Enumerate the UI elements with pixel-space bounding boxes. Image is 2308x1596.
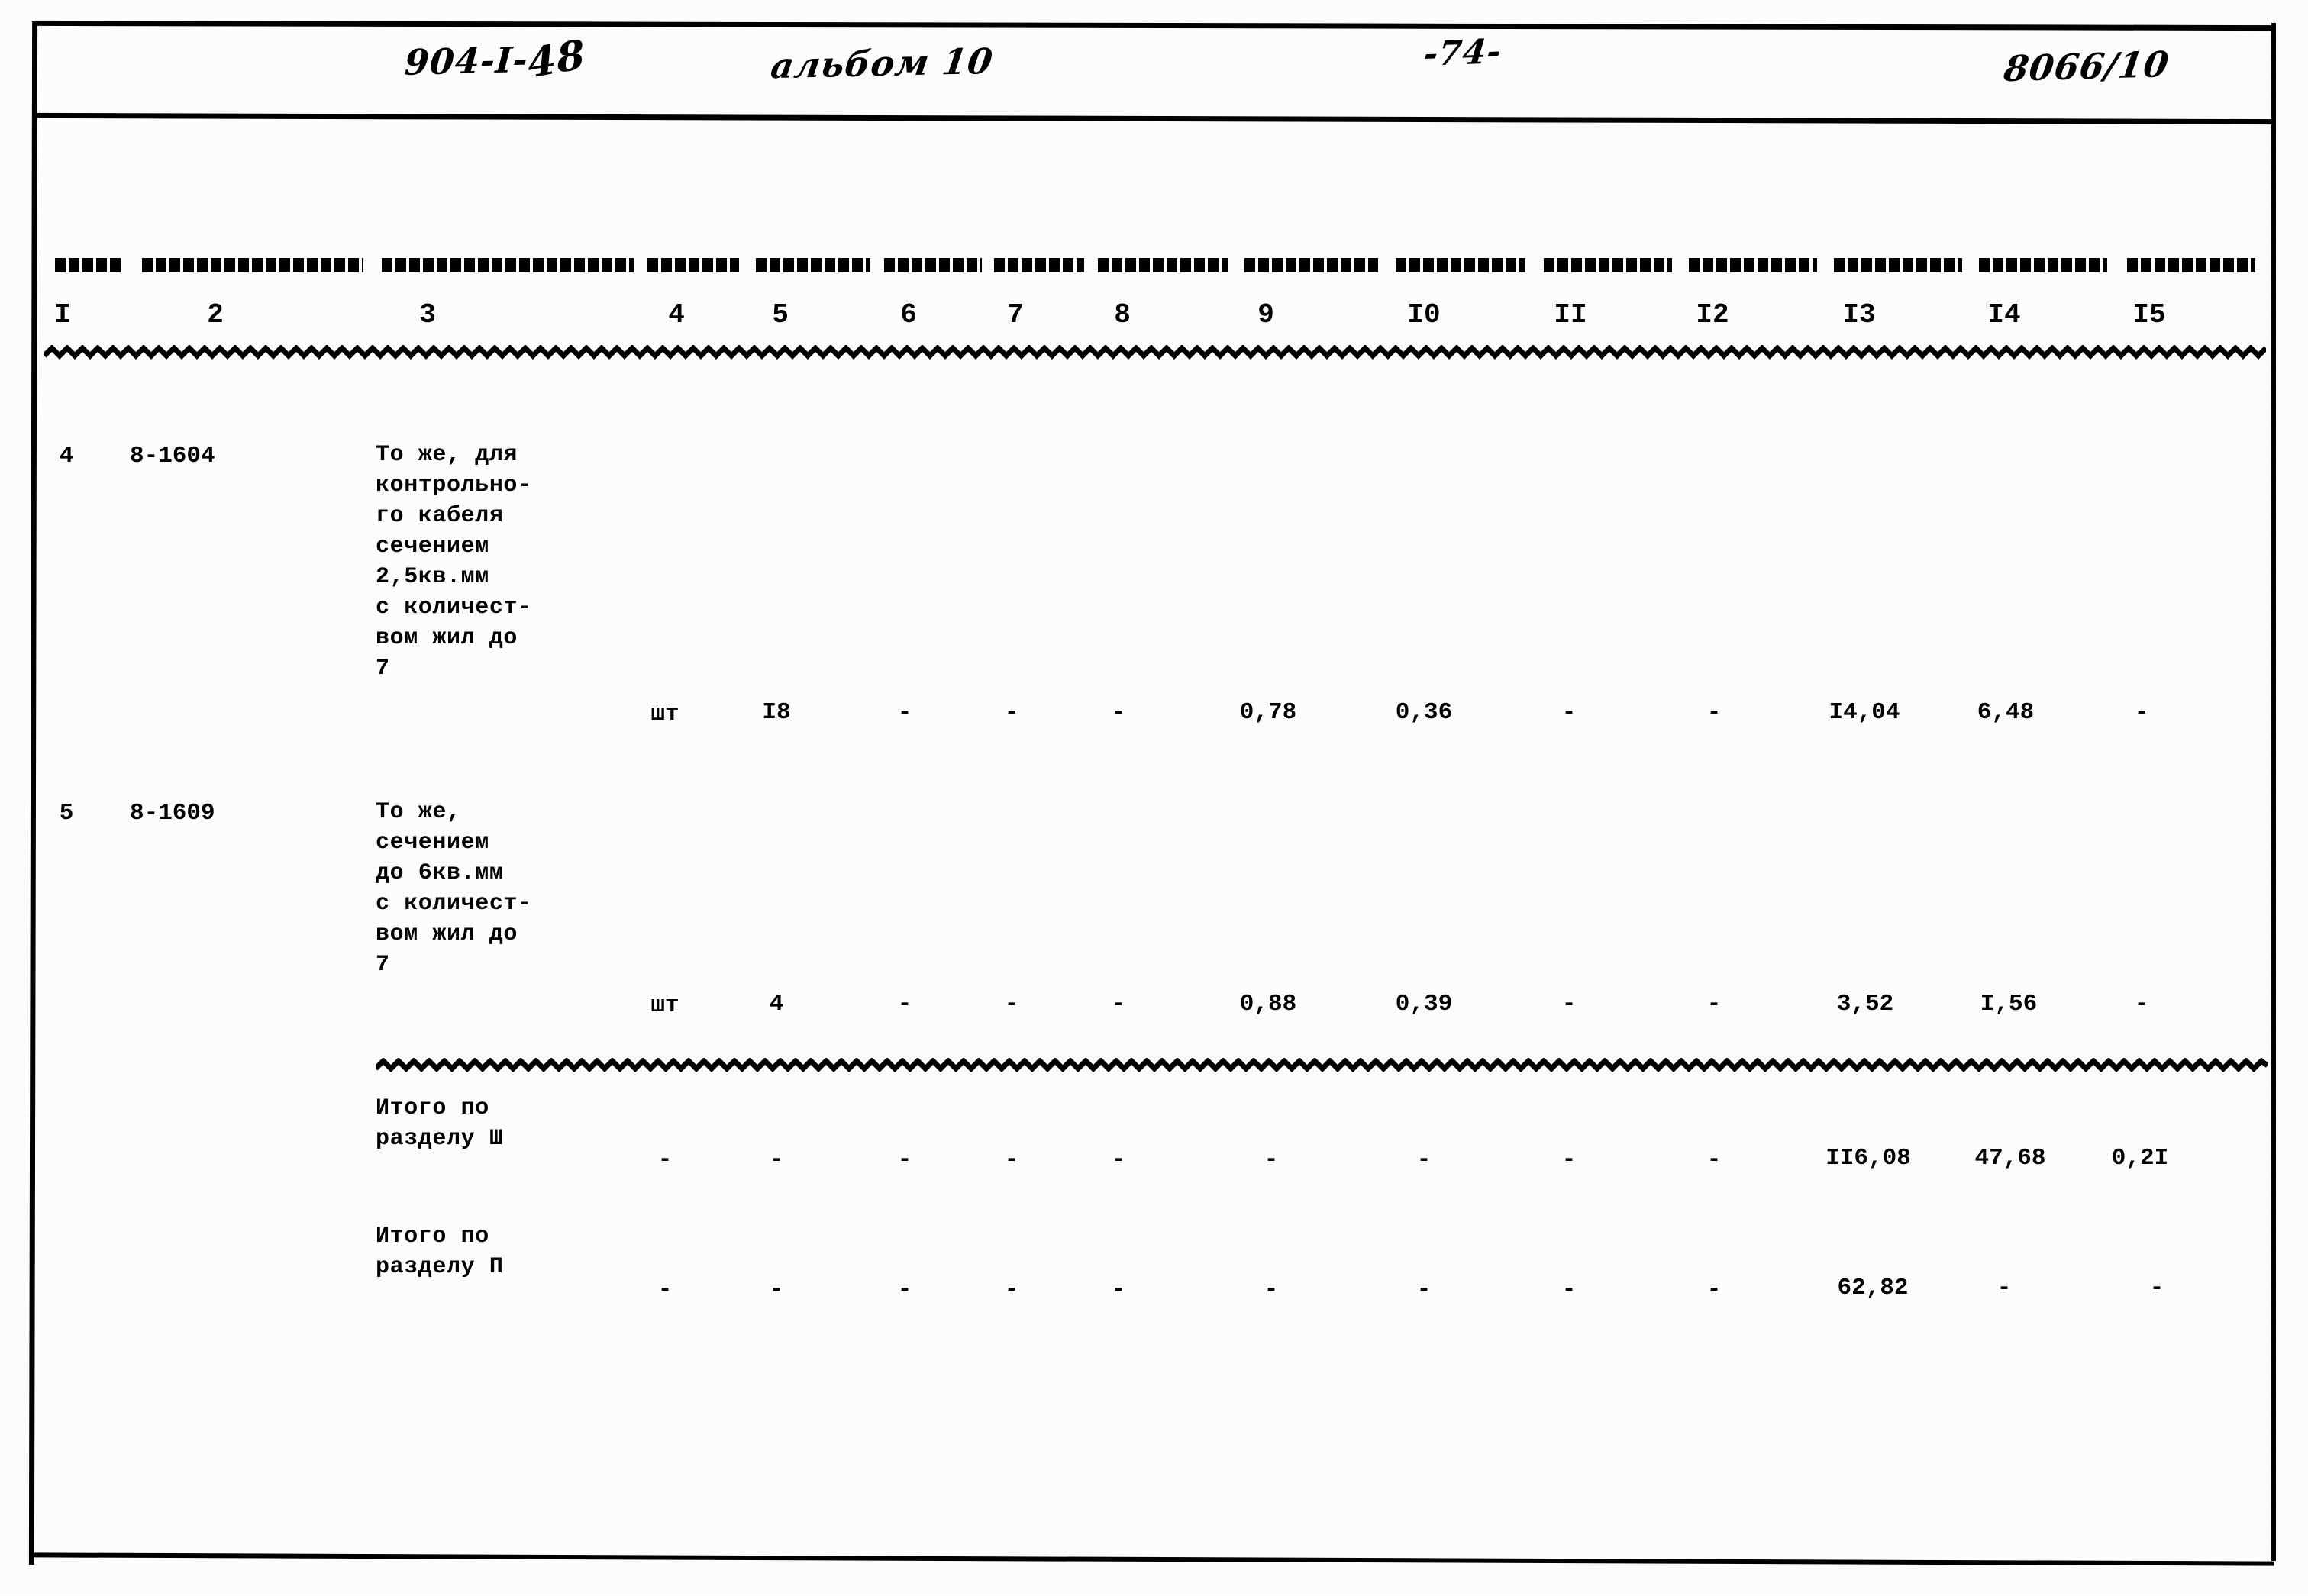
totals-wavy-rule [376, 1058, 2268, 1073]
column-header-9: 9 [1257, 299, 1274, 330]
total-3-col15: 0,2I [2111, 1145, 2169, 1172]
column-separator-15 [2127, 258, 2255, 272]
total-3-col6: - [897, 1146, 912, 1173]
total-3-col12: - [1706, 1146, 1722, 1173]
row-description-5: То же, сечением до 6кв.мм с количест- во… [376, 799, 532, 978]
total-2-col13: 62,82 [1837, 1275, 1909, 1301]
row-4-col14: 6,48 [1977, 699, 2035, 726]
header-wavy-rule [44, 345, 2266, 360]
row-5-col15: - [2134, 991, 2149, 1017]
column-header-10: I0 [1407, 299, 1441, 330]
row-5-col7: - [1004, 991, 1019, 1017]
column-separator-11 [1544, 258, 1672, 272]
column-header-8: 8 [1114, 299, 1131, 330]
row-4-col11: - [1561, 699, 1577, 726]
row-5-col8: - [1111, 991, 1126, 1017]
total-2-unit: - [657, 1276, 673, 1303]
column-separator-10 [1396, 258, 1525, 272]
column-header-6: 6 [900, 299, 917, 330]
column-separator-12 [1689, 258, 1817, 272]
column-separator-3 [382, 258, 634, 272]
row-number-4: 4 [59, 443, 74, 469]
column-header-3: 3 [419, 299, 436, 330]
estimate-table: I 2 3 4 5 6 7 8 9 I0 II I2 I3 I4 I5 4 8-… [0, 0, 2308, 1596]
total-label-section-2: Итого по разделу П [376, 1224, 504, 1280]
column-header-14: I4 [1987, 299, 2021, 330]
total-3-col8: - [1111, 1146, 1126, 1173]
total-2-col12: - [1706, 1276, 1722, 1303]
row-5-col10: 0,39 [1395, 991, 1453, 1017]
row-number-5: 5 [59, 800, 74, 827]
column-header-4: 4 [668, 299, 685, 330]
column-separator-2 [142, 258, 363, 272]
total-3-col13: II6,08 [1825, 1145, 1911, 1172]
column-header-13: I3 [1842, 299, 1876, 330]
row-4-col7: - [1004, 699, 1019, 726]
column-separator-7 [994, 258, 1084, 272]
column-header-2: 2 [207, 299, 224, 330]
column-header-7: 7 [1007, 299, 1024, 330]
column-separator-5 [756, 258, 870, 272]
row-5-col13: 3,52 [1836, 991, 1894, 1017]
row-5-col14: I,56 [1980, 991, 2038, 1017]
column-header-15: I5 [2132, 299, 2166, 330]
total-3-col5: - [769, 1146, 784, 1173]
total-2-col9: - [1264, 1276, 1279, 1303]
column-header-12: I2 [1696, 299, 1729, 330]
row-5-col5: 4 [769, 991, 784, 1017]
row-5-col11: - [1561, 991, 1577, 1017]
scanned-document-page: 904-I-48 альбом 10 -74- 8066/10 I 2 3 4 … [0, 0, 2308, 1596]
total-3-col10: - [1416, 1146, 1432, 1173]
column-separator-6 [884, 258, 982, 272]
total-3-col11: - [1561, 1146, 1577, 1173]
row-4-col10: 0,36 [1395, 699, 1453, 726]
row-4-col12: - [1706, 699, 1722, 726]
total-3-col14: 47,68 [1974, 1145, 2046, 1172]
row-code-4: 8-1604 [130, 443, 215, 469]
total-2-col8: - [1111, 1276, 1126, 1303]
column-separator-4 [647, 258, 739, 272]
total-2-col5: - [769, 1276, 784, 1303]
row-5-unit: шт [650, 992, 679, 1019]
column-header-11: II [1554, 299, 1587, 330]
total-2-col7: - [1004, 1276, 1019, 1303]
total-label-section-3: Итого по разделу Ш [376, 1095, 504, 1152]
row-code-5: 8-1609 [130, 800, 215, 827]
row-description-4: То же, для контрольно- го кабеля сечение… [376, 442, 532, 682]
column-separator-13 [1834, 258, 1962, 272]
row-4-col6: - [897, 699, 912, 726]
row-4-col9: 0,78 [1239, 699, 1297, 726]
row-5-col9: 0,88 [1239, 991, 1297, 1017]
column-separator-9 [1244, 258, 1378, 272]
row-4-col8: - [1111, 699, 1126, 726]
row-4-col13: I4,04 [1829, 699, 1900, 726]
total-2-col14: - [1997, 1275, 2012, 1301]
row-4-col15: - [2134, 699, 2149, 726]
column-header-5: 5 [772, 299, 789, 330]
total-3-col9: - [1264, 1146, 1279, 1173]
total-2-col15: - [2149, 1275, 2164, 1301]
total-2-col6: - [897, 1276, 912, 1303]
row-4-unit: шт [650, 701, 679, 727]
column-header-1: I [54, 299, 71, 330]
total-3-col7: - [1004, 1146, 1019, 1173]
row-5-col12: - [1706, 991, 1722, 1017]
row-4-col5: I8 [762, 699, 791, 726]
total-2-col10: - [1416, 1276, 1432, 1303]
column-separator-1 [55, 258, 124, 272]
row-5-col6: - [897, 991, 912, 1017]
total-3-unit: - [657, 1146, 673, 1173]
column-separator-14 [1979, 258, 2107, 272]
column-separator-8 [1098, 258, 1228, 272]
total-2-col11: - [1561, 1276, 1577, 1303]
